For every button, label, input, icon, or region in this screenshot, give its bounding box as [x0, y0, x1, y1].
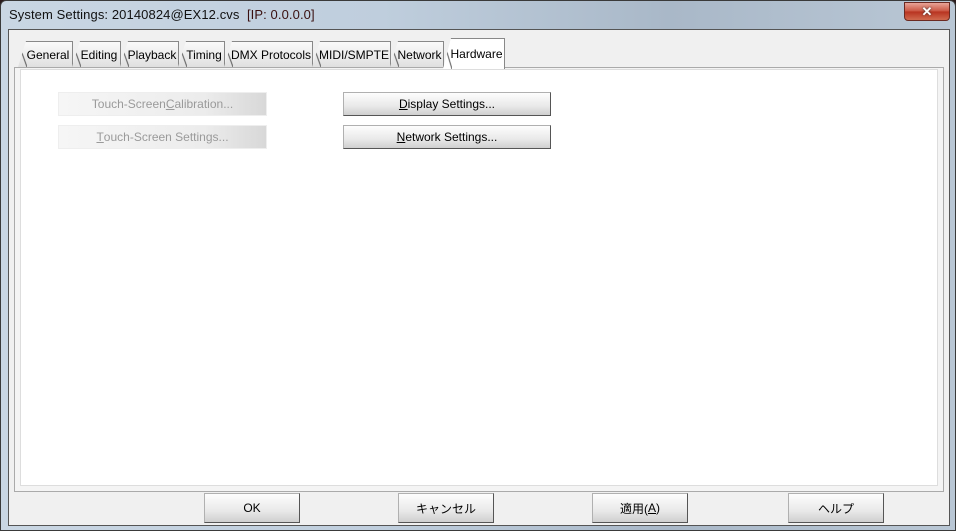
label: ) — [656, 501, 660, 515]
display-settings-button[interactable]: Display Settings... — [343, 92, 551, 116]
label: 適用( — [619, 501, 648, 516]
tab-panel: Touch-Screen Calibration... Touch-Screen… — [14, 67, 944, 492]
tab-editing[interactable]: Editing — [72, 41, 121, 67]
apply-button[interactable]: 適用(A) — [592, 493, 688, 523]
ok-button[interactable]: OK — [204, 493, 300, 523]
window-title: System Settings: 20140824@EX12.cvs [IP: … — [9, 7, 315, 22]
hardware-page: Touch-Screen Calibration... Touch-Screen… — [20, 69, 938, 486]
dialog-client: General Editing Playback Timing DMX Prot… — [8, 29, 950, 526]
tab-playback[interactable]: Playback — [120, 41, 179, 67]
mnemonic: C — [165, 97, 175, 111]
tab-hardware[interactable]: Hardware — [443, 38, 505, 69]
ip-address: [IP: 0.0.0.0] — [246, 7, 315, 22]
mnemonic: D — [398, 97, 408, 111]
tab-dmx-protocols[interactable]: DMX Protocols — [224, 41, 313, 67]
help-button[interactable]: ヘルプ — [788, 493, 884, 523]
title-text: System Settings: 20140824@EX12.cvs — [9, 7, 240, 22]
label: isplay Settings... — [407, 97, 496, 111]
mnemonic: T — [96, 130, 104, 144]
label: Touch-Screen — [91, 97, 166, 111]
touch-screen-calibration-button[interactable]: Touch-Screen Calibration... — [58, 92, 267, 116]
tab-midi-smpte[interactable]: MIDI/SMPTE — [312, 41, 391, 67]
tab-general[interactable]: General — [18, 41, 73, 67]
mnemonic: A — [647, 501, 656, 515]
close-icon: ✕ — [921, 3, 933, 19]
label: alibration... — [174, 97, 234, 111]
network-settings-button[interactable]: Network Settings... — [343, 125, 551, 149]
label: ouch-Screen Settings... — [103, 130, 229, 144]
label: etwork Settings... — [405, 130, 498, 144]
cancel-button[interactable]: キャンセル — [398, 493, 494, 523]
tab-strip: General Editing Playback Timing DMX Prot… — [17, 38, 947, 69]
touch-screen-settings-button[interactable]: Touch-Screen Settings... — [58, 125, 267, 149]
tab-network[interactable]: Network — [390, 41, 444, 67]
close-button[interactable]: ✕ — [904, 2, 950, 21]
mnemonic: N — [396, 130, 406, 144]
tab-timing[interactable]: Timing — [178, 41, 225, 67]
system-settings-window: System Settings: 20140824@EX12.cvs [IP: … — [0, 0, 956, 531]
